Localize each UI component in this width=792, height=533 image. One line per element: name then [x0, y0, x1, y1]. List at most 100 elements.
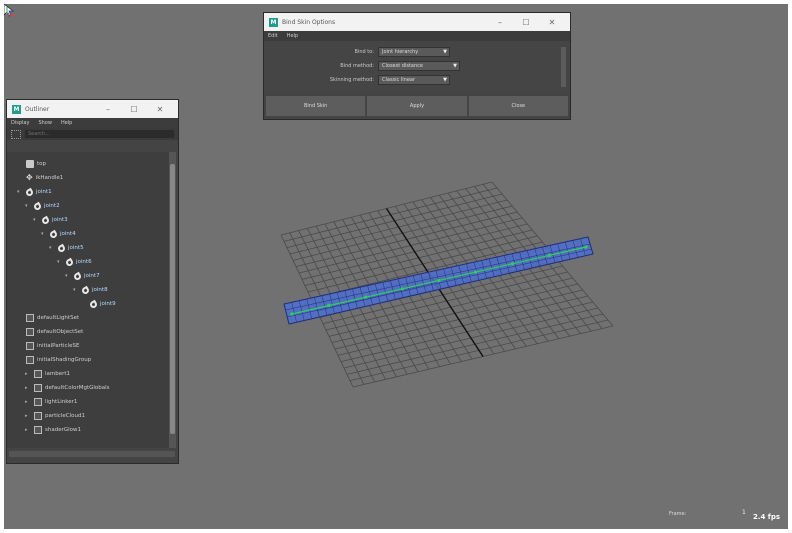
close-icon[interactable]: ✕: [147, 105, 173, 114]
mesh-wire-line: [286, 248, 593, 318]
outliner-row[interactable]: ▾ joint4: [41, 228, 76, 240]
close-icon[interactable]: ✕: [539, 18, 565, 27]
bind-method-dropdown[interactable]: Closest distance ▼: [378, 61, 460, 71]
maya-logo-icon: M: [269, 17, 278, 27]
bind-skin-titlebar[interactable]: M Bind Skin Options – ☐ ✕: [264, 13, 570, 31]
expand-arrow-icon[interactable]: ▾: [17, 189, 23, 195]
outliner-row[interactable]: defaultLightSet: [17, 312, 79, 324]
outliner-row[interactable]: ✥ ikHandle1: [17, 172, 63, 184]
maximize-icon[interactable]: ☐: [121, 105, 147, 114]
option-bind-to: Bind to: Joint hierarchy ▼: [264, 45, 570, 59]
joint-icon: [56, 243, 67, 253]
options-scrollbar[interactable]: [561, 47, 566, 87]
bind-skin-options-panel: Bind to: Joint hierarchy ▼ Bind method: C…: [264, 41, 570, 91]
outliner-row[interactable]: ▾ joint5: [49, 242, 84, 254]
expand-arrow-icon[interactable]: ▸: [25, 371, 31, 377]
fps-readout: 2.4 fps: [752, 513, 780, 521]
bind-skin-button-row: Bind Skin Apply Close: [264, 91, 570, 116]
scrollbar-thumb[interactable]: [170, 164, 175, 434]
minimize-icon[interactable]: –: [487, 18, 513, 27]
bind-skin-options-window[interactable]: M Bind Skin Options – ☐ ✕ Edit Help Bind…: [263, 12, 571, 120]
set-icon: [26, 328, 34, 336]
bind-to-dropdown[interactable]: Joint hierarchy ▼: [378, 47, 450, 57]
outliner-search-bar: [7, 128, 178, 140]
menu-help[interactable]: Help: [61, 120, 72, 126]
option-label: Bind to:: [354, 49, 374, 55]
joint-marker[interactable]: [290, 312, 294, 316]
expand-arrow-icon[interactable]: ▾: [73, 287, 79, 293]
menu-show[interactable]: Show: [38, 120, 52, 126]
search-options-icon[interactable]: [11, 129, 21, 139]
expand-arrow-icon[interactable]: ▾: [41, 231, 47, 237]
chevron-down-icon: ▼: [453, 63, 457, 69]
outliner-row[interactable]: ▾ joint2: [25, 200, 60, 212]
shader-icon: [34, 412, 42, 420]
outliner-row[interactable]: initialShadingGroup: [17, 354, 91, 366]
expand-arrow-icon[interactable]: ▸: [25, 427, 31, 433]
dropdown-value: Classic linear: [382, 77, 416, 83]
expand-arrow-icon[interactable]: ▾: [25, 203, 31, 209]
outliner-row-label: joint5: [68, 245, 84, 251]
joint-icon: [48, 229, 59, 239]
outliner-title: Outliner: [25, 105, 50, 113]
bind-skin-button[interactable]: Bind Skin: [266, 96, 366, 116]
menu-help[interactable]: Help: [287, 33, 298, 39]
joint-icon: [80, 285, 91, 295]
outliner-window[interactable]: M Outliner – ☐ ✕ Display Show Help top ✥i…: [6, 99, 179, 464]
expand-arrow-icon[interactable]: ▸: [25, 413, 31, 419]
outliner-row[interactable]: ▸ shaderGlow1: [25, 424, 81, 436]
outliner-row[interactable]: ▾ joint1: [17, 186, 52, 198]
expand-arrow-icon[interactable]: ▾: [65, 273, 71, 279]
outliner-row[interactable]: ▸ defaultColorMgtGlobals: [25, 382, 110, 394]
outliner-row-label: joint4: [60, 231, 76, 237]
joint-marker[interactable]: [474, 270, 478, 274]
outliner-row[interactable]: initialParticleSE: [17, 340, 79, 352]
menu-display[interactable]: Display: [11, 120, 29, 126]
outliner-row[interactable]: ▾ joint3: [33, 214, 68, 226]
maximize-icon[interactable]: ☐: [513, 18, 539, 27]
joint-icon: [64, 257, 75, 267]
apply-button[interactable]: Apply: [367, 96, 467, 116]
outliner-titlebar[interactable]: M Outliner – ☐ ✕: [7, 100, 178, 118]
expand-arrow-icon[interactable]: ▸: [25, 399, 31, 405]
close-button[interactable]: Close: [468, 96, 568, 116]
shader-icon: [34, 426, 42, 434]
outliner-row[interactable]: ▸ particleCloud1: [25, 410, 85, 422]
minimize-icon[interactable]: –: [95, 105, 121, 114]
outliner-vertical-scrollbar[interactable]: [169, 152, 176, 448]
outliner-row[interactable]: ▸ lambert1: [25, 368, 70, 380]
outliner-row[interactable]: ▾ joint7: [65, 270, 100, 282]
expand-arrow-icon[interactable]: ▸: [25, 385, 31, 391]
outliner-tree[interactable]: top ✥ ikHandle1 ▾ joint1 ▾ joint2 ▾ joint3 ▾ joint…: [7, 152, 169, 448]
outliner-row-label: joint8: [92, 287, 108, 293]
menu-edit[interactable]: Edit: [268, 33, 278, 39]
outliner-horizontal-scrollbar[interactable]: [9, 451, 175, 457]
bind-skin-title: Bind Skin Options: [282, 18, 336, 26]
outliner-row-label: joint2: [44, 203, 60, 209]
outliner-row[interactable]: ▸ lightLinker1: [25, 396, 77, 408]
outliner-row[interactable]: ▾ joint6: [57, 256, 92, 268]
skinning-method-dropdown[interactable]: Classic linear ▼: [378, 75, 450, 85]
expand-arrow-icon[interactable]: ▾: [33, 217, 39, 223]
joint-icon: [72, 271, 83, 281]
joint-marker[interactable]: [584, 245, 588, 249]
outliner-row-label: lambert1: [45, 371, 71, 377]
joint-marker[interactable]: [437, 278, 441, 283]
joint-marker[interactable]: [400, 287, 404, 291]
shader-icon: [34, 370, 42, 378]
set-icon: [26, 356, 34, 364]
joint-marker[interactable]: [510, 262, 515, 266]
outliner-row[interactable]: joint9: [81, 298, 116, 310]
search-input[interactable]: [25, 130, 174, 138]
outliner-row-label: joint6: [76, 259, 92, 265]
outliner-row[interactable]: defaultObjectSet: [17, 326, 83, 338]
expand-arrow-icon[interactable]: ▾: [49, 245, 55, 251]
joint-marker[interactable]: [327, 304, 331, 308]
joint-marker[interactable]: [363, 295, 368, 299]
expand-arrow-icon[interactable]: ▾: [57, 259, 63, 265]
outliner-row[interactable]: ▾ joint8: [73, 284, 108, 296]
option-skinning-method: Skinning method: Classic linear ▼: [264, 73, 570, 87]
camera-icon: [26, 160, 34, 168]
outliner-row[interactable]: top: [17, 158, 46, 170]
joint-marker[interactable]: [547, 253, 551, 257]
